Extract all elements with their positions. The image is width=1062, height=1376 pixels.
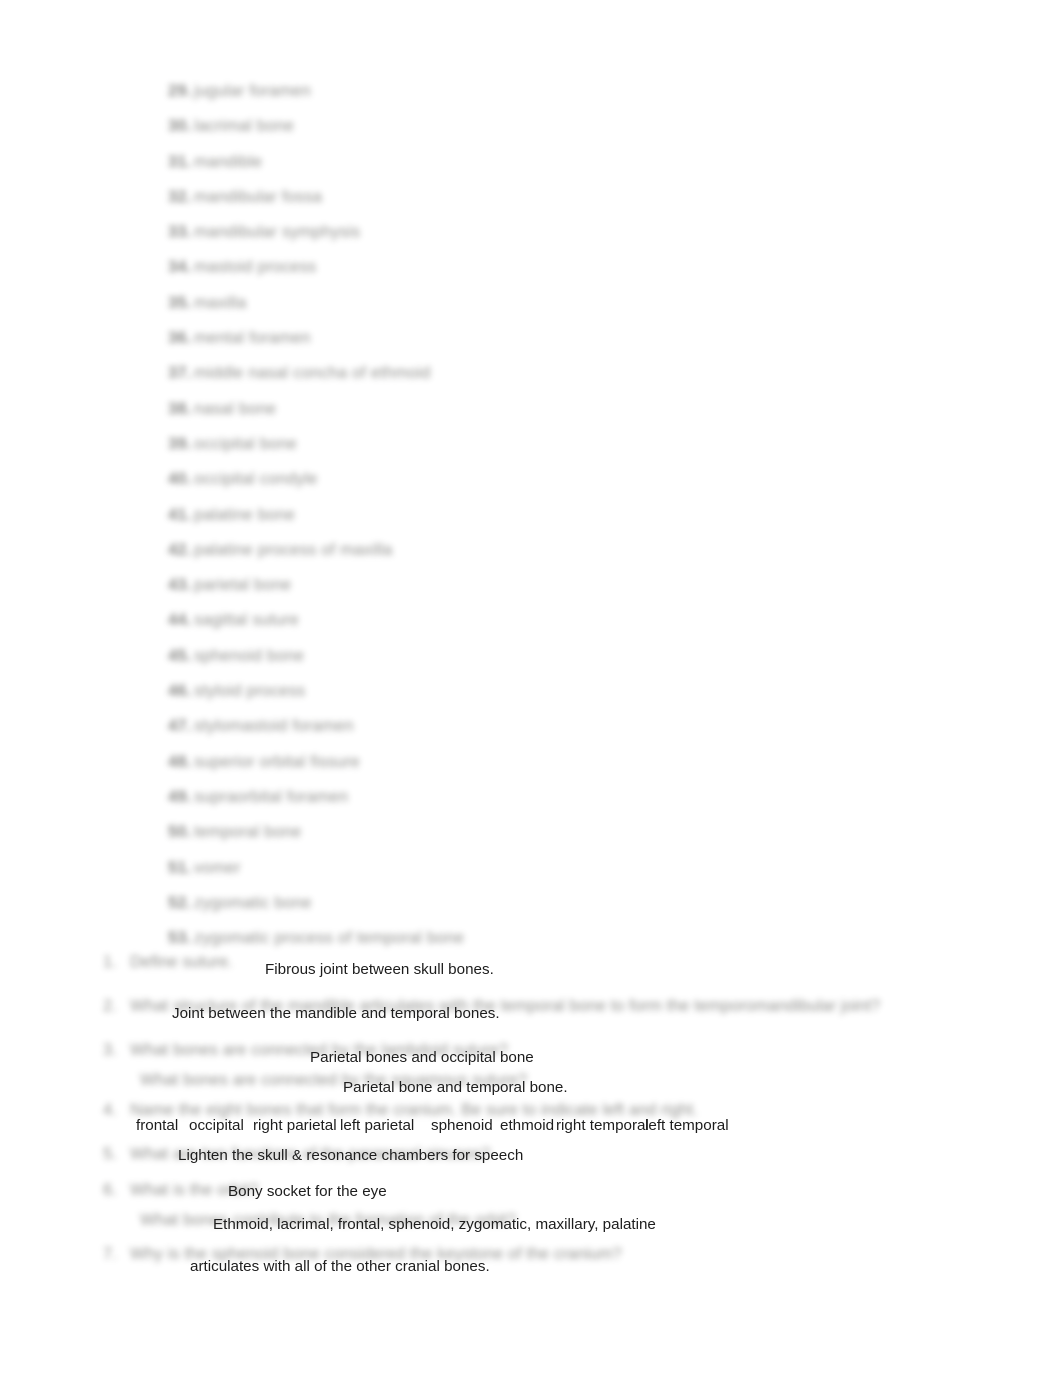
answer-lambdoid: Parietal bones and occipital bone — [310, 1049, 534, 1066]
answer-cranial-bone: ethmoid — [500, 1117, 555, 1134]
answer-tmj: Joint between the mandible and temporal … — [172, 1005, 500, 1022]
answer-orbit: Bony socket for the eye — [228, 1183, 387, 1200]
answer-layer: Fibrous joint between skull bones. Joint … — [0, 0, 1062, 1376]
answer-sinus-function: Lighten the skull & resonance chambers f… — [178, 1147, 524, 1164]
answer-squamous: Parietal bone and temporal bone. — [343, 1079, 568, 1096]
answer-sphenoid-keystone: articulates with all of the other crania… — [190, 1258, 490, 1275]
answer-cranial-bone: occipital — [189, 1117, 244, 1134]
answer-suture: Fibrous joint between skull bones. — [265, 961, 494, 978]
answer-cranial-bone: right parietal — [253, 1117, 337, 1134]
document-page: 29. jugular foramen 30. lacrimal bone 31. man… — [0, 0, 1062, 1376]
answer-cranial-bone: left temporal — [645, 1117, 729, 1134]
answer-orbit-bones: Ethmoid, lacrimal, frontal, sphenoid, zy… — [213, 1216, 656, 1233]
answer-cranial-bone: frontal — [136, 1117, 179, 1134]
answer-cranial-bone: left parietal — [340, 1117, 415, 1134]
answer-cranial-bone: sphenoid — [431, 1117, 493, 1134]
answer-cranial-bone: right temporal — [556, 1117, 649, 1134]
